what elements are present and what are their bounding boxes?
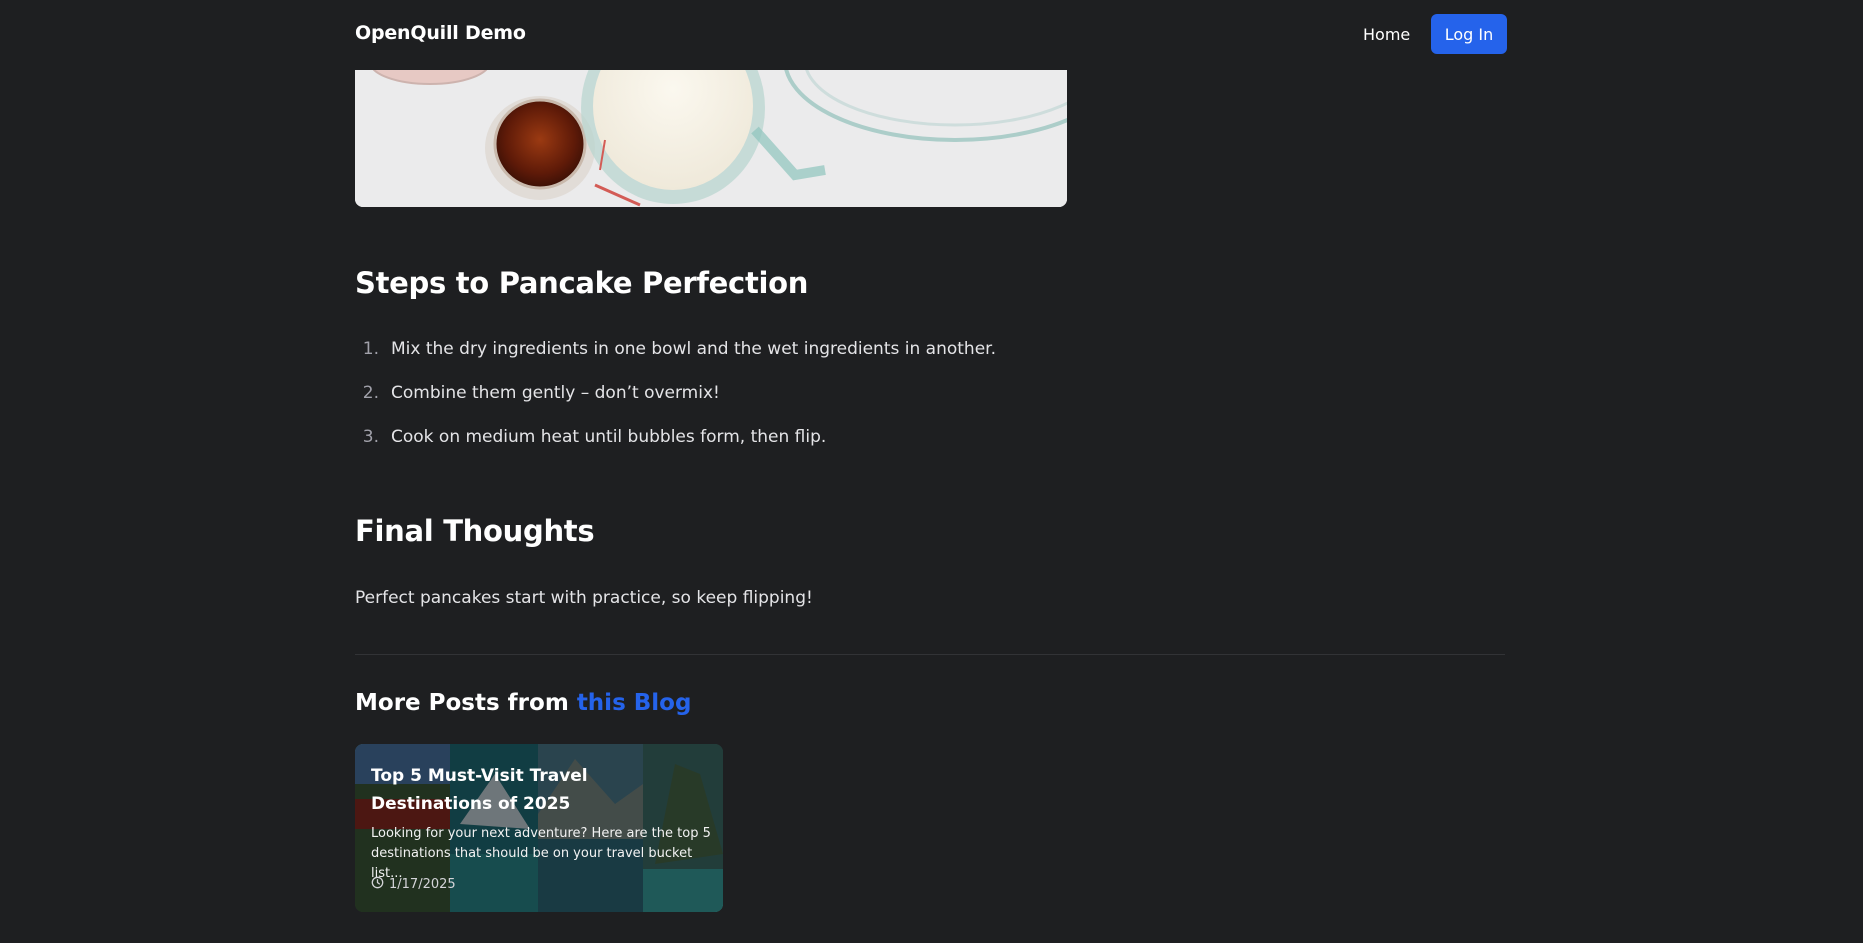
list-item: 1. Mix the dry ingredients in one bowl a… bbox=[355, 339, 996, 383]
article-hero-image bbox=[355, 70, 1067, 207]
list-item-text: Cook on medium heat until bubbles form, … bbox=[391, 427, 827, 447]
section-divider bbox=[355, 654, 1505, 655]
list-item-text: Mix the dry ingredients in one bowl and … bbox=[391, 339, 996, 359]
post-card[interactable]: Top 5 Must-Visit Travel Destinations of … bbox=[355, 744, 723, 912]
final-thoughts-heading: Final Thoughts bbox=[355, 514, 595, 548]
post-card-title: Top 5 Must-Visit Travel Destinations of … bbox=[371, 766, 588, 814]
more-posts-heading: More Posts from this Blog bbox=[355, 690, 691, 716]
list-item-number: 1. bbox=[362, 339, 379, 359]
baking-ingredients-image bbox=[355, 70, 1067, 207]
list-item: 3. Cook on medium heat until bubbles for… bbox=[355, 427, 996, 471]
brand-logo-text[interactable]: OpenQuill Demo bbox=[355, 22, 526, 44]
list-item: 2. Combine them gently – don’t overmix! bbox=[355, 383, 996, 427]
final-thoughts-text: Perfect pancakes start with practice, so… bbox=[355, 588, 813, 608]
list-item-text: Combine them gently – don’t overmix! bbox=[391, 383, 720, 403]
nav-home-link[interactable]: Home bbox=[1363, 25, 1410, 44]
list-item-number: 3. bbox=[362, 427, 379, 447]
list-item-number: 2. bbox=[362, 383, 379, 403]
more-posts-heading-prefix: More Posts from bbox=[355, 690, 577, 716]
post-card-date: 1/17/2025 bbox=[389, 877, 456, 892]
steps-list: 1. Mix the dry ingredients in one bowl a… bbox=[355, 339, 996, 471]
clock-icon bbox=[371, 876, 384, 893]
post-card-date-row: 1/17/2025 bbox=[371, 876, 456, 893]
post-card-excerpt: Looking for your next adventure? Here ar… bbox=[371, 826, 711, 881]
steps-heading: Steps to Pancake Perfection bbox=[355, 266, 809, 300]
top-navbar: OpenQuill Demo Home Log In bbox=[0, 0, 1863, 70]
this-blog-link[interactable]: this Blog bbox=[577, 690, 692, 716]
login-button[interactable]: Log In bbox=[1431, 14, 1507, 54]
